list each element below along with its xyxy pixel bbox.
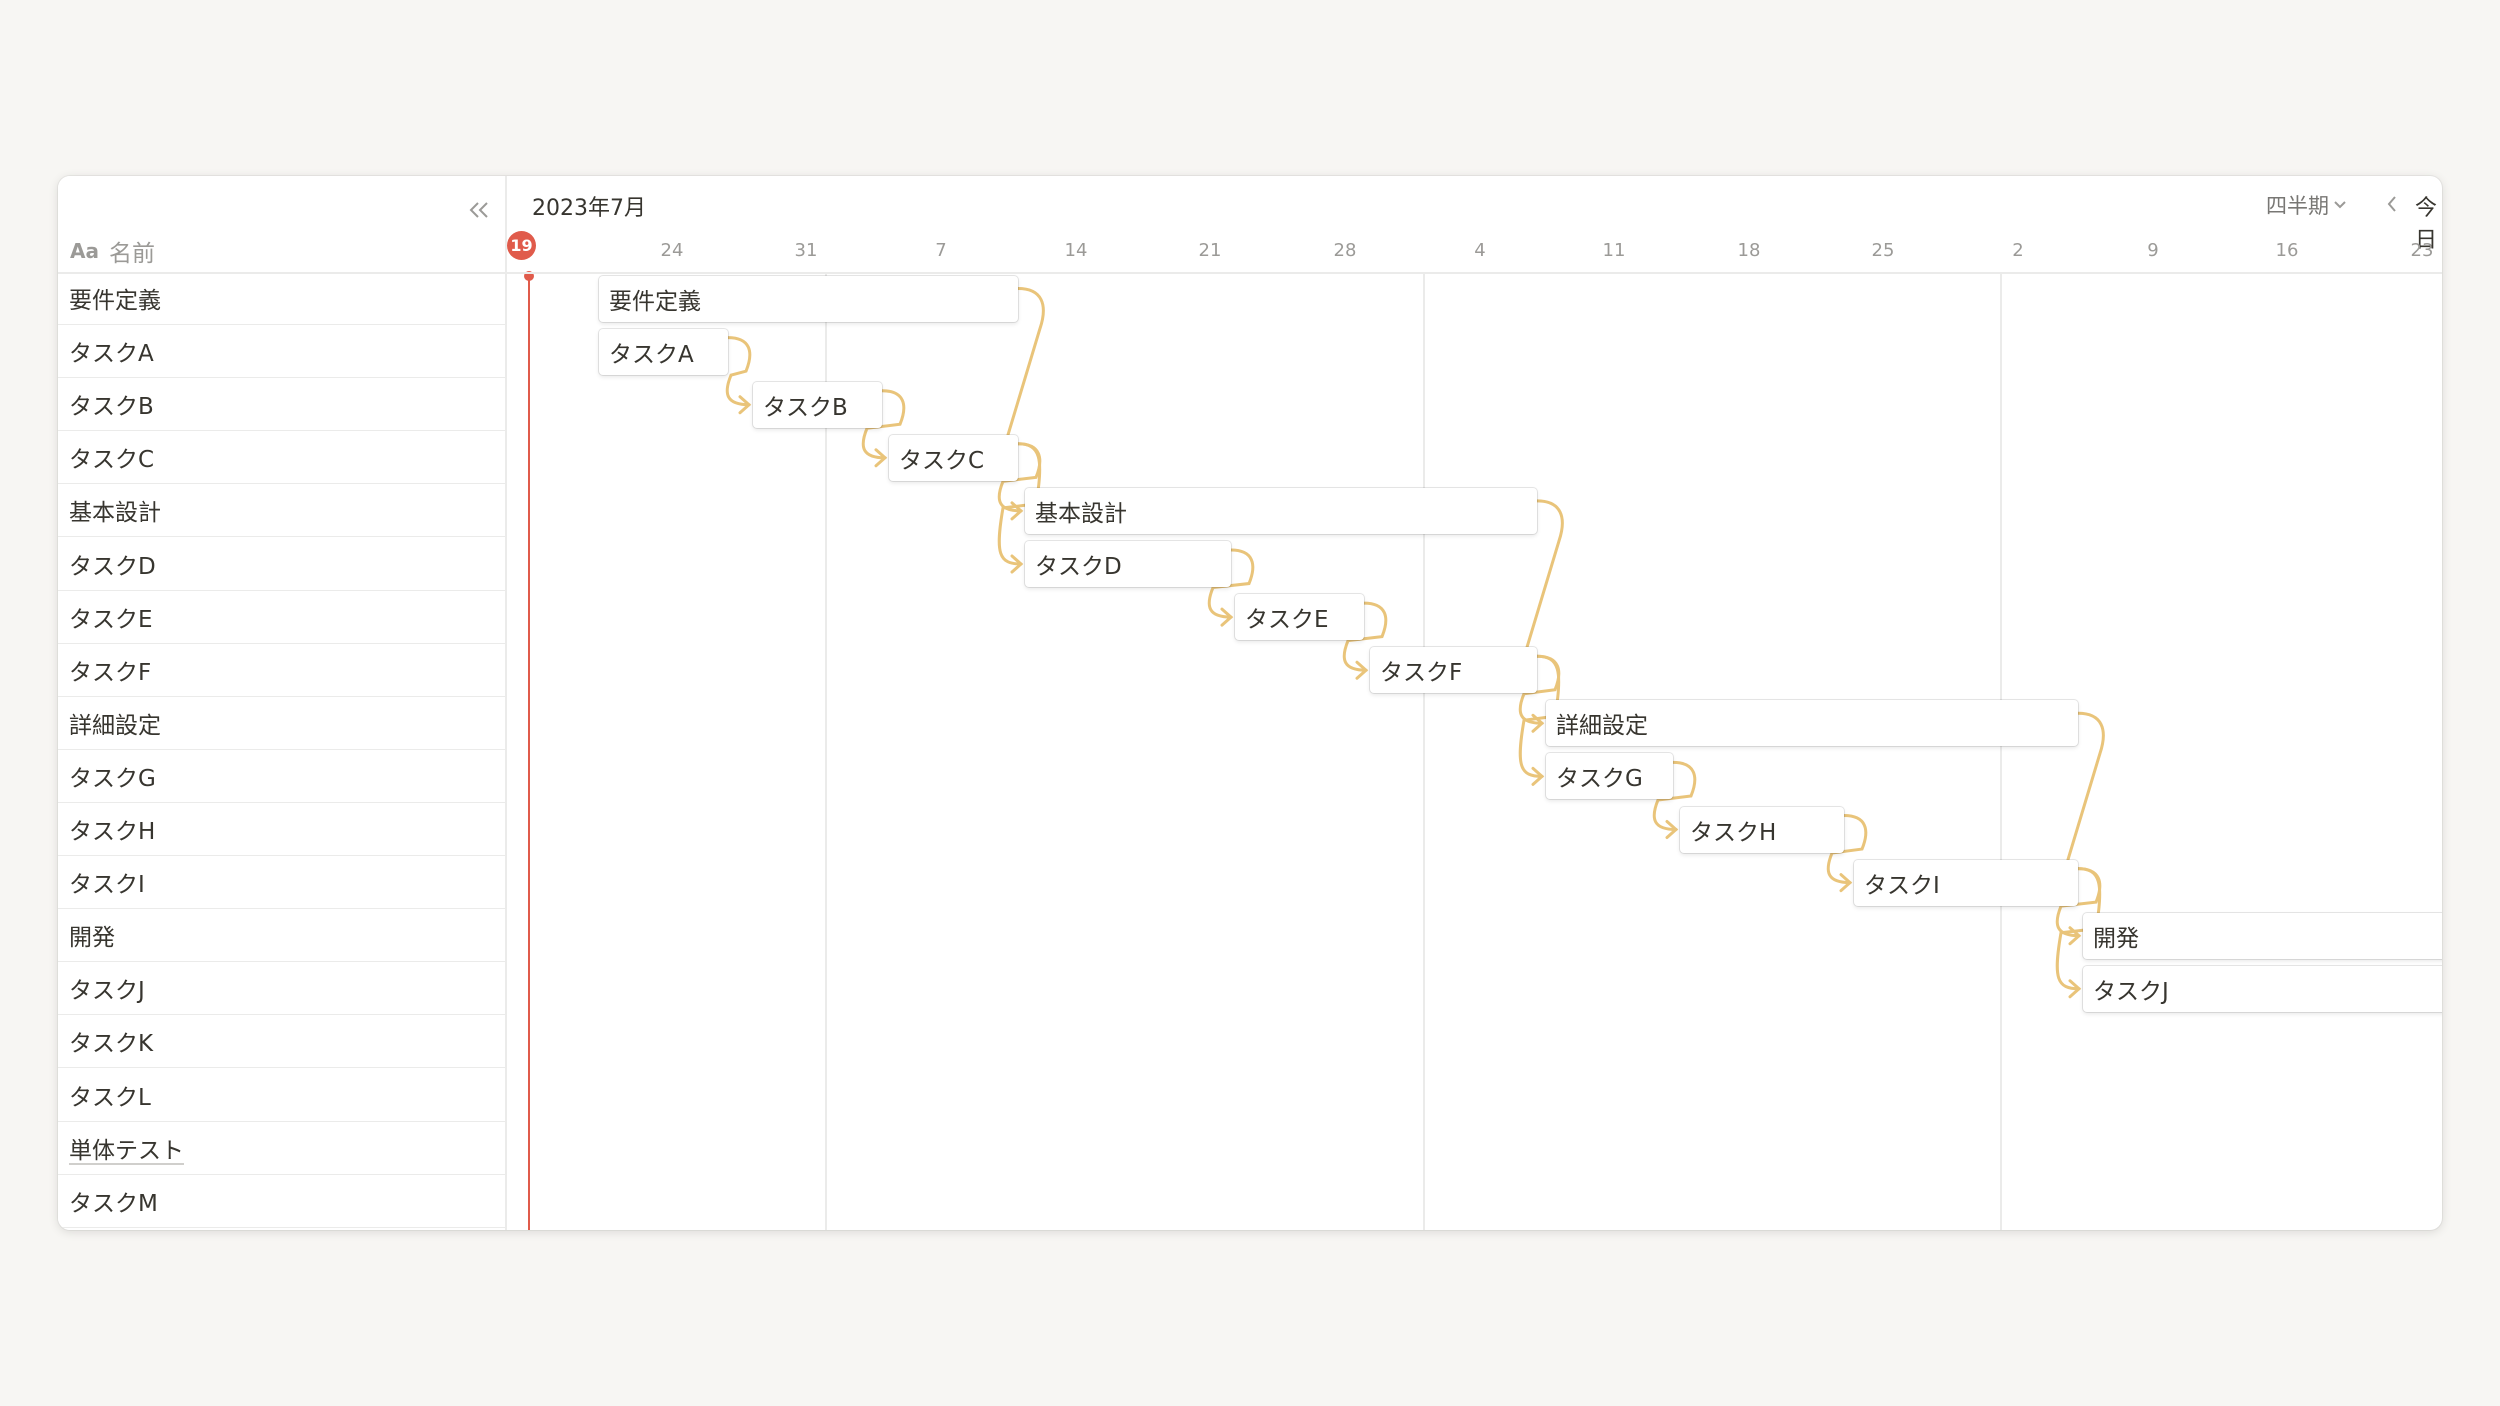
- task-row[interactable]: タスクC: [58, 431, 505, 485]
- timeline-bar-label: タスクD: [1035, 554, 1122, 580]
- task-row-label: タスクC: [69, 447, 155, 474]
- timeline-bar[interactable]: タスクE: [1235, 594, 1364, 641]
- task-row[interactable]: 詳細設定: [58, 697, 505, 750]
- chevron-left-icon: [2387, 196, 2396, 212]
- date-tick: 31: [794, 240, 818, 261]
- task-row[interactable]: タスクL: [58, 1069, 505, 1122]
- timeline-bar-label: タスクE: [1245, 607, 1329, 634]
- timeline-bar-label: 開発: [2093, 925, 2139, 952]
- timeline-bar[interactable]: タスクH: [1680, 806, 1844, 853]
- date-tick: 23: [2410, 240, 2434, 261]
- task-row[interactable]: タスクE: [58, 591, 505, 644]
- period-select-label: 四半期: [2266, 194, 2329, 218]
- task-row-label: タスクJ: [69, 978, 145, 1005]
- task-row-label: タスクD: [69, 553, 156, 580]
- task-name-panel: Aa 名前 要件定義タスクA タスクB タスクC 基本設計タスクD タスクE タスクF 詳細…: [58, 176, 507, 1230]
- task-row-label: タスクI: [69, 872, 145, 899]
- timeline-bar[interactable]: 要件定義: [599, 275, 1018, 322]
- timeline-bar[interactable]: タスクC: [889, 434, 1018, 481]
- date-tick: 28: [1333, 240, 1357, 261]
- task-row[interactable]: 基本設計: [58, 484, 505, 538]
- task-row[interactable]: タスクM: [58, 1175, 505, 1228]
- today-marker-badge: 19: [507, 231, 536, 260]
- timeline-bar[interactable]: タスクD: [1025, 541, 1231, 587]
- timeline-bar-label: タスクJ: [2093, 978, 2169, 1005]
- timeline-panel: 2023年7月 四半期 今日 24 31 7 14 21 28 4 11 18 25 2 9 16 23 …: [507, 176, 2442, 1230]
- previous-period-button[interactable]: [2377, 186, 2407, 222]
- timeline-bar[interactable]: 開発: [2083, 912, 2442, 959]
- date-tick: 21: [1198, 240, 1222, 261]
- timeline-bar[interactable]: タスクJ: [2083, 965, 2442, 1012]
- timeline-bar[interactable]: タスクF: [1370, 647, 1537, 694]
- timeline-bar-label: タスクH: [1690, 819, 1777, 846]
- timeline-bar-label: タスクC: [899, 447, 985, 474]
- timeline-bar[interactable]: 詳細設定: [1546, 700, 2078, 747]
- task-row[interactable]: タスクJ: [58, 962, 505, 1016]
- task-row-label: タスクF: [69, 659, 152, 686]
- timeline-bar[interactable]: タスクA: [599, 328, 728, 375]
- task-row-label: タスクM: [69, 1190, 158, 1217]
- chevron-down-icon: [2334, 201, 2346, 209]
- task-row-label: タスクL: [69, 1084, 151, 1111]
- collapse-sidebar-button[interactable]: [456, 190, 502, 230]
- timeline-bar[interactable]: タスクG: [1546, 753, 1673, 800]
- timeline-bar-label: 基本設計: [1035, 500, 1127, 527]
- date-tick: 2: [2012, 240, 2024, 261]
- timeline-bar-label: 要件定義: [609, 288, 701, 315]
- date-header: 24 31 7 14 21 28 4 11 18 25 2 9 16 23: [507, 230, 2442, 274]
- task-row[interactable]: タスクF: [58, 644, 505, 697]
- date-tick: 24: [660, 240, 684, 261]
- date-tick: 4: [1474, 240, 1486, 261]
- name-column-header[interactable]: Aa 名前: [58, 230, 505, 274]
- timeline-view: Aa 名前 要件定義タスクA タスクB タスクC 基本設計タスクD タスクE タスクF 詳細…: [58, 176, 2442, 1230]
- dependency-arrow: [725, 336, 752, 407]
- task-row[interactable]: タスクB: [58, 378, 505, 432]
- task-row-label: タスクK: [69, 1031, 154, 1058]
- task-row[interactable]: 単体テスト: [58, 1122, 505, 1175]
- task-row-label: 開発: [69, 925, 115, 952]
- task-row[interactable]: タスクD: [58, 538, 505, 591]
- timeline-bar-label: タスクI: [1864, 872, 1940, 899]
- task-row[interactable]: タスクI: [58, 856, 505, 910]
- date-tick: 16: [2275, 240, 2299, 261]
- timeline-bar-label: タスクG: [1556, 766, 1643, 793]
- task-row[interactable]: 要件定義: [58, 272, 505, 325]
- task-row-label: タスクG: [69, 765, 156, 792]
- task-row-label: 単体テスト: [69, 1137, 184, 1164]
- task-row-label: タスクE: [69, 606, 153, 633]
- task-row[interactable]: タスクA: [58, 325, 505, 379]
- task-row[interactable]: タスクG: [58, 750, 505, 803]
- timeline-bar[interactable]: タスクI: [1854, 859, 2078, 906]
- task-row[interactable]: タスクK: [58, 1015, 505, 1069]
- month-label: 2023年7月: [532, 196, 646, 221]
- timeline-bar-label: 詳細設定: [1556, 713, 1648, 740]
- timeline-bar[interactable]: 基本設計: [1025, 487, 1537, 534]
- task-row-label: 基本設計: [69, 500, 161, 527]
- timeline-bar-label: タスクA: [609, 341, 694, 368]
- task-row[interactable]: 開発: [58, 909, 505, 963]
- name-column-label: 名前: [108, 241, 155, 267]
- date-tick: 14: [1064, 240, 1088, 261]
- text-property-icon: Aa: [70, 239, 99, 263]
- task-row-label: タスクA: [69, 341, 154, 368]
- timeline-bar-label: タスクB: [763, 394, 848, 421]
- task-row-label: タスクH: [69, 819, 156, 845]
- task-row[interactable]: タスクH: [58, 803, 505, 856]
- timeline-bar[interactable]: タスクB: [753, 381, 882, 428]
- date-tick: 11: [1602, 240, 1626, 261]
- task-row-label: 詳細設定: [69, 712, 161, 739]
- timeline-bar-label: タスクF: [1380, 660, 1463, 687]
- date-tick: 18: [1737, 240, 1761, 261]
- timeline-grid: [524, 271, 2105, 1230]
- task-row-label: タスクB: [69, 394, 154, 421]
- date-tick: 7: [935, 240, 947, 261]
- date-tick: 9: [2147, 240, 2159, 261]
- period-select[interactable]: 四半期: [2266, 190, 2347, 220]
- task-row-label: 要件定義: [69, 288, 161, 314]
- date-tick: 25: [1871, 240, 1895, 261]
- double-chevron-left-icon: [469, 202, 488, 218]
